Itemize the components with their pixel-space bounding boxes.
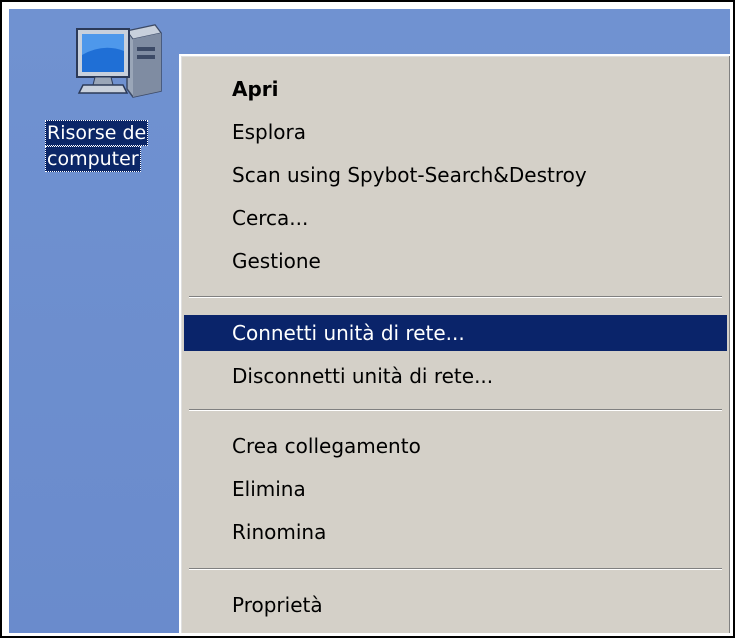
desktop-icon-label-line2: computer: [45, 146, 141, 172]
desktop-icon-label: Risorse de computer: [45, 120, 185, 172]
menu-item-rinomina[interactable]: Rinomina: [184, 514, 727, 550]
menu-item-spybot-scan[interactable]: Scan using Spybot-Search&Destroy: [184, 157, 727, 193]
screenshot-frame: Risorse de computer Apri Esplora Scan us…: [0, 0, 735, 638]
menu-separator: [189, 568, 722, 570]
menu-separator: [189, 296, 722, 298]
desktop-icon-label-line1: Risorse de: [45, 120, 149, 146]
menu-item-disconnetti-unita-di-rete[interactable]: Disconnetti unità di rete...: [184, 358, 727, 394]
computer-icon: [76, 24, 162, 98]
menu-item-connetti-unita-di-rete[interactable]: Connetti unità di rete...: [184, 315, 727, 351]
menu-item-proprieta[interactable]: Proprietà: [184, 587, 727, 623]
menu-separator: [189, 409, 722, 411]
menu-item-elimina[interactable]: Elimina: [184, 471, 727, 507]
menu-item-gestione[interactable]: Gestione: [184, 243, 727, 279]
desktop[interactable]: Risorse de computer Apri Esplora Scan us…: [9, 9, 730, 633]
context-menu: Apri Esplora Scan using Spybot-Search&De…: [179, 54, 730, 633]
menu-item-cerca[interactable]: Cerca...: [184, 200, 727, 236]
menu-item-esplora[interactable]: Esplora: [184, 114, 727, 150]
menu-item-crea-collegamento[interactable]: Crea collegamento: [184, 428, 727, 464]
menu-item-apri[interactable]: Apri: [184, 71, 727, 107]
